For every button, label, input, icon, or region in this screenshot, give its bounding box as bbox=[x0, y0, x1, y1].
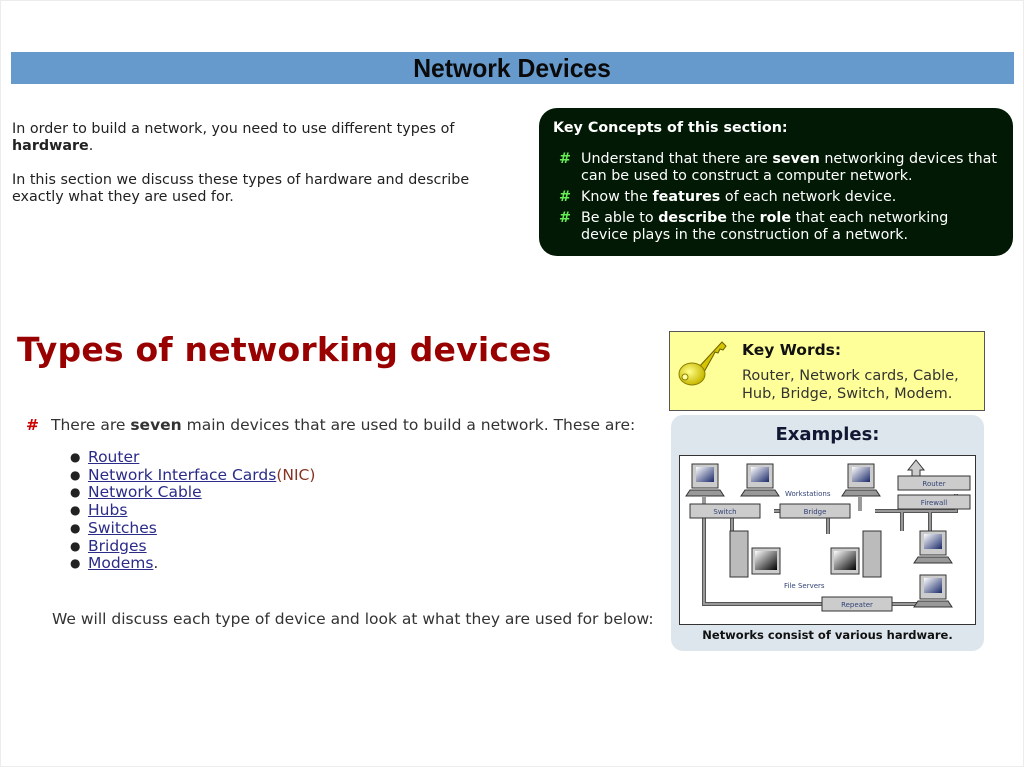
list-item: ● Hubs bbox=[70, 501, 315, 520]
intro-paragraph-2: In this section we discuss these types o… bbox=[12, 172, 470, 205]
list-item: ● Modems. bbox=[70, 555, 315, 573]
bullet-icon: ● bbox=[70, 485, 81, 500]
list-item: ● Router bbox=[70, 448, 315, 467]
list-item: ● Network Cable bbox=[70, 484, 315, 502]
diagram-label-workstations: Workstations bbox=[785, 490, 831, 498]
outro-text: We will discuss each type of device and … bbox=[52, 610, 654, 628]
bullet-icon: ● bbox=[70, 467, 81, 482]
key-concepts-box: Key Concepts of this section: # Understan… bbox=[539, 108, 1013, 256]
key-concept-text: Know the features of each network device… bbox=[581, 189, 896, 206]
key-concept-item: # Be able to describe the role that each … bbox=[553, 210, 999, 244]
workstation-icon bbox=[913, 574, 953, 608]
tail: . bbox=[153, 554, 159, 573]
bullet-icon: ● bbox=[70, 556, 81, 571]
bold-text: features bbox=[652, 189, 721, 205]
workstation-icon bbox=[740, 463, 780, 497]
intro-text: In order to build a network, you need to… bbox=[12, 121, 455, 137]
bullet-icon: ● bbox=[70, 450, 81, 464]
key-concept-item: # Understand that there are seven network… bbox=[553, 151, 999, 185]
examples-box: Examples: Switch Bridge Workstations Rou… bbox=[671, 415, 984, 651]
link-network-cable[interactable]: Network Cable bbox=[88, 484, 202, 502]
intro-section: In order to build a network, you need to… bbox=[12, 121, 482, 223]
hash-bullet-icon: # bbox=[26, 416, 39, 434]
key-concepts-list: # Understand that there are seven network… bbox=[553, 151, 999, 244]
bold-text: seven bbox=[772, 151, 820, 167]
diagram-label-bridge: Bridge bbox=[804, 508, 827, 516]
diagram-label-firewall: Firewall bbox=[921, 499, 947, 507]
text: Be able to bbox=[581, 210, 659, 226]
network-diagram: Switch Bridge Workstations Router Firewa… bbox=[679, 455, 976, 625]
examples-title: Examples: bbox=[775, 424, 880, 445]
text: the bbox=[727, 210, 760, 226]
link-network-interface-cards[interactable]: Network Interface Cards bbox=[88, 466, 276, 485]
diagram-label-file-servers: File Servers bbox=[784, 582, 825, 590]
bold-text: describe bbox=[658, 210, 727, 226]
key-concept-item: # Know the features of each network devic… bbox=[553, 189, 999, 206]
key-icon bbox=[670, 332, 742, 410]
workstation-icon bbox=[685, 463, 725, 506]
link-router[interactable]: Router bbox=[88, 448, 139, 467]
bullet-icon: ● bbox=[70, 538, 81, 553]
page-title: Network Devices bbox=[413, 52, 612, 83]
devices-list: ● Router ● Network Interface Cards (NIC) ●… bbox=[70, 448, 316, 573]
bold-text: role bbox=[759, 210, 792, 226]
file-server-icon bbox=[830, 530, 882, 578]
list-item: ● Bridges bbox=[70, 537, 315, 556]
link-bridges[interactable]: Bridges bbox=[88, 537, 147, 556]
key-concept-text: Understand that there are seven networki… bbox=[581, 151, 999, 185]
bold-text: seven bbox=[130, 416, 182, 434]
text: Know the bbox=[581, 189, 653, 205]
hash-bullet-icon: # bbox=[559, 210, 571, 226]
diagram-label-switch: Switch bbox=[713, 508, 736, 516]
intro-bold-hardware: hardware bbox=[12, 138, 89, 154]
file-server-icon bbox=[729, 530, 781, 578]
intro-paragraph-1: In order to build a network, you need to… bbox=[12, 121, 482, 155]
link-hubs[interactable]: Hubs bbox=[88, 501, 127, 520]
devices-lead: # There are seven main devices that are … bbox=[26, 416, 635, 434]
hash-bullet-icon: # bbox=[559, 151, 571, 167]
key-concepts-title: Key Concepts of this section: bbox=[553, 120, 788, 136]
diagram-label-router: Router bbox=[922, 480, 945, 488]
workstation-icon bbox=[913, 530, 953, 564]
key-concept-text: Be able to describe the role that each n… bbox=[581, 210, 999, 244]
key-words-content: Key Words: Router, Network cards, Cable,… bbox=[742, 332, 984, 410]
link-modems[interactable]: Modems bbox=[88, 555, 153, 573]
list-item: ● Switches bbox=[70, 519, 315, 538]
examples-caption: Networks consist of various hardware. bbox=[702, 628, 953, 642]
key-words-box: Key Words: Router, Network cards, Cable,… bbox=[669, 331, 985, 411]
bullet-icon: ● bbox=[70, 503, 81, 518]
text: There are bbox=[51, 416, 131, 434]
link-switches[interactable]: Switches bbox=[88, 519, 157, 538]
diagram-label-repeater: Repeater bbox=[841, 601, 873, 609]
list-item: ● Network Interface Cards (NIC) bbox=[70, 465, 316, 485]
suffix: (NIC) bbox=[276, 465, 316, 484]
key-words-title: Key Words: bbox=[742, 341, 842, 359]
key-words-body: Router, Network cards, Cable, Hub, Bridg… bbox=[742, 368, 959, 402]
text: Understand that there are bbox=[581, 151, 773, 167]
intro-end: . bbox=[88, 138, 94, 154]
section-heading: Types of networking devices bbox=[17, 330, 552, 369]
bullet-icon: ● bbox=[70, 520, 81, 535]
hash-bullet-icon: # bbox=[559, 189, 571, 205]
title-bar: Network Devices bbox=[11, 52, 1014, 84]
text: main devices that are used to build a ne… bbox=[181, 416, 636, 434]
lead-text: There are seven main devices that are us… bbox=[51, 416, 635, 434]
text: of each network device. bbox=[720, 189, 897, 205]
